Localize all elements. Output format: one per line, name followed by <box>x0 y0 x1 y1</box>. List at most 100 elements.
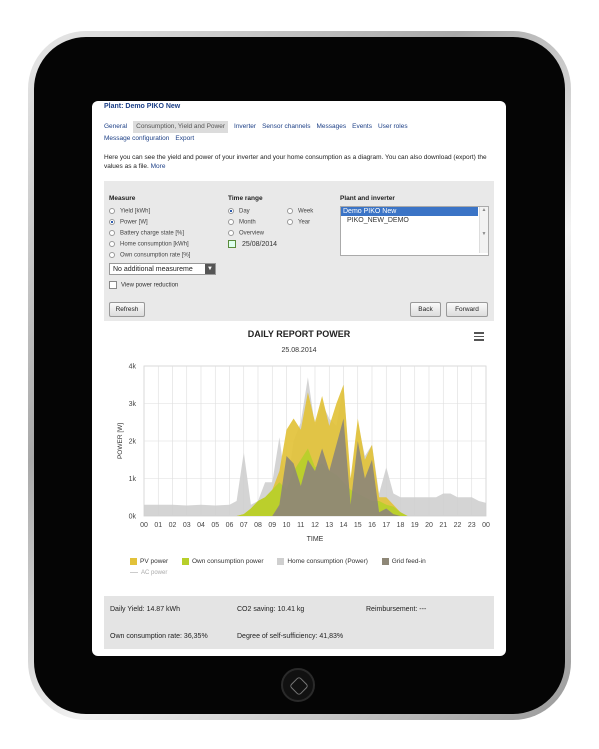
radio-dot <box>109 219 115 225</box>
x-tick-label: 08 <box>254 522 262 529</box>
date-field[interactable]: 25/08/2014 <box>228 240 277 248</box>
radio-label: Day <box>239 208 250 215</box>
legend-own-consumption[interactable]: Own consumption power <box>182 558 264 565</box>
legend-swatch <box>277 558 285 565</box>
radio-label: Own consumption rate [%] <box>120 252 191 259</box>
x-tick-label: 05 <box>211 522 219 529</box>
tab-general[interactable]: General <box>104 121 127 133</box>
legend-label: Grid feed-in <box>391 558 426 566</box>
co2-saving: CO2 saving: 10.41 kg <box>237 606 305 613</box>
radio-label: Home consumption [kWh] <box>120 241 189 248</box>
view-power-reduction-checkbox[interactable]: View power reduction <box>109 281 178 289</box>
x-tick-label: 04 <box>197 522 205 529</box>
tab-inverter[interactable]: Inverter <box>234 121 256 133</box>
x-tick-label: 12 <box>311 522 319 529</box>
measure-title: Measure <box>109 195 136 202</box>
x-tick-label: 14 <box>340 522 348 529</box>
home-button-icon <box>289 676 309 696</box>
chevron-down-icon: ▼ <box>205 264 215 274</box>
radio-dot <box>287 208 293 214</box>
chart-title: DAILY REPORT POWER <box>247 329 351 339</box>
radio-yield[interactable]: Yield [kWh] <box>109 208 150 215</box>
legend-swatch <box>182 558 189 565</box>
list-item[interactable]: PIKO_NEW_DEMO <box>341 216 488 226</box>
radio-own-consumption-rate[interactable]: Own consumption rate [%] <box>109 252 190 259</box>
radio-dot <box>228 219 234 225</box>
radio-overview[interactable]: Overview <box>228 230 264 237</box>
plant-title: Plant: Demo PIKO New <box>104 103 181 110</box>
legend-label: Home consumption (Power) <box>287 558 368 566</box>
tab-messages[interactable]: Messages <box>316 121 346 133</box>
radio-label: Battery charge state [%] <box>120 230 185 237</box>
legend-grid-feed-in[interactable]: Grid feed-in <box>381 558 426 566</box>
radio-home-consumption[interactable]: Home consumption [kWh] <box>109 241 189 248</box>
legend-label: Own consumption power <box>192 558 264 566</box>
radio-power[interactable]: Power [W] <box>109 219 148 226</box>
radio-week[interactable]: Week <box>287 208 313 215</box>
y-axis-label: POWER [W] <box>117 423 124 459</box>
list-item-selected[interactable]: Demo PIKO New <box>341 207 478 216</box>
more-link[interactable]: More <box>151 163 166 170</box>
tab-bar: General Consumption, Yield and Power Inver… <box>104 121 499 145</box>
radio-dot <box>109 252 115 258</box>
chart-subtitle: 25.08.2014 <box>281 347 317 354</box>
select-value: No additional measureme <box>113 266 193 273</box>
x-tick-label: 20 <box>425 522 433 529</box>
y-tick-label: 0k <box>129 514 137 521</box>
x-tick-label: 07 <box>240 522 248 529</box>
radio-dot <box>228 208 234 214</box>
x-tick-label: 23 <box>468 522 476 529</box>
summary-panel: Daily Yield: 14.87 kWh CO2 saving: 10.41… <box>104 596 494 649</box>
intro-text: Here you can see the yield and power of … <box>104 153 499 171</box>
plant-inverter-list[interactable]: Demo PIKO New PIKO_NEW_DEMO ▲ ▼ <box>340 206 489 256</box>
tab-consumption-yield-power[interactable]: Consumption, Yield and Power <box>133 121 229 133</box>
radio-day[interactable]: Day <box>228 208 250 215</box>
tab-events[interactable]: Events <box>352 121 372 133</box>
radio-label: Overview <box>239 230 265 237</box>
radio-battery[interactable]: Battery charge state [%] <box>109 230 184 237</box>
legend-home-consumption[interactable]: Home consumption (Power) <box>277 558 368 565</box>
x-tick-label: 16 <box>368 522 376 529</box>
radio-dot <box>228 230 234 236</box>
menu-icon[interactable] <box>474 332 484 341</box>
back-button[interactable]: Back <box>410 302 441 317</box>
x-tick-label: 19 <box>411 522 419 529</box>
radio-label: Yield [kWh] <box>120 208 151 215</box>
legend-line <box>130 571 138 573</box>
radio-label: Year <box>298 219 311 226</box>
time-range-title: Time range <box>228 195 263 202</box>
x-tick-label: 21 <box>439 522 447 529</box>
power-chart: 0k 1k 2k 3k 4k 00 01 02 03 04 05 06 07 08 09 10 11 12 13 14… <box>117 364 490 544</box>
x-tick-label: 06 <box>226 522 234 529</box>
radio-label: Power [W] <box>120 219 148 226</box>
legend-pv-power[interactable]: PV power <box>130 558 168 565</box>
x-tick-label: 11 <box>297 522 304 529</box>
home-button[interactable] <box>281 668 315 702</box>
tab-message-configuration[interactable]: Message configuration <box>104 133 169 145</box>
screen: Plant: Demo PIKO New General Consumption,… <box>92 101 506 656</box>
y-tick-label: 4k <box>129 364 137 371</box>
tab-export[interactable]: Export <box>175 133 194 145</box>
radio-label: Month <box>239 219 256 226</box>
additional-measure-select[interactable]: No additional measureme ▼ <box>109 263 216 275</box>
tab-sensor-channels[interactable]: Sensor channels <box>262 121 310 133</box>
radio-year[interactable]: Year <box>287 219 310 226</box>
legend-swatch <box>381 558 389 565</box>
radio-label: Week <box>298 208 314 215</box>
tab-user-roles[interactable]: User roles <box>378 121 408 133</box>
radio-month[interactable]: Month <box>228 219 256 226</box>
x-tick-label: 01 <box>154 522 162 529</box>
x-axis-label: TIME <box>307 536 324 543</box>
y-tick-label: 1k <box>129 476 137 483</box>
forward-button[interactable]: Forward <box>446 302 488 317</box>
daily-yield: Daily Yield: 14.87 kWh <box>110 606 181 613</box>
x-tick-label: 10 <box>283 522 291 529</box>
y-tick-label: 2k <box>129 439 137 446</box>
legend-ac-power[interactable]: AC power <box>130 570 167 576</box>
calendar-icon[interactable] <box>228 240 236 248</box>
radio-dot <box>287 219 293 225</box>
list-scrollbar[interactable]: ▲ ▼ <box>479 207 488 253</box>
own-consumption-rate: Own consumption rate: 36,35% <box>110 633 208 640</box>
refresh-button[interactable]: Refresh <box>109 302 145 317</box>
plant-inverter-title: Plant and inverter <box>340 195 395 202</box>
